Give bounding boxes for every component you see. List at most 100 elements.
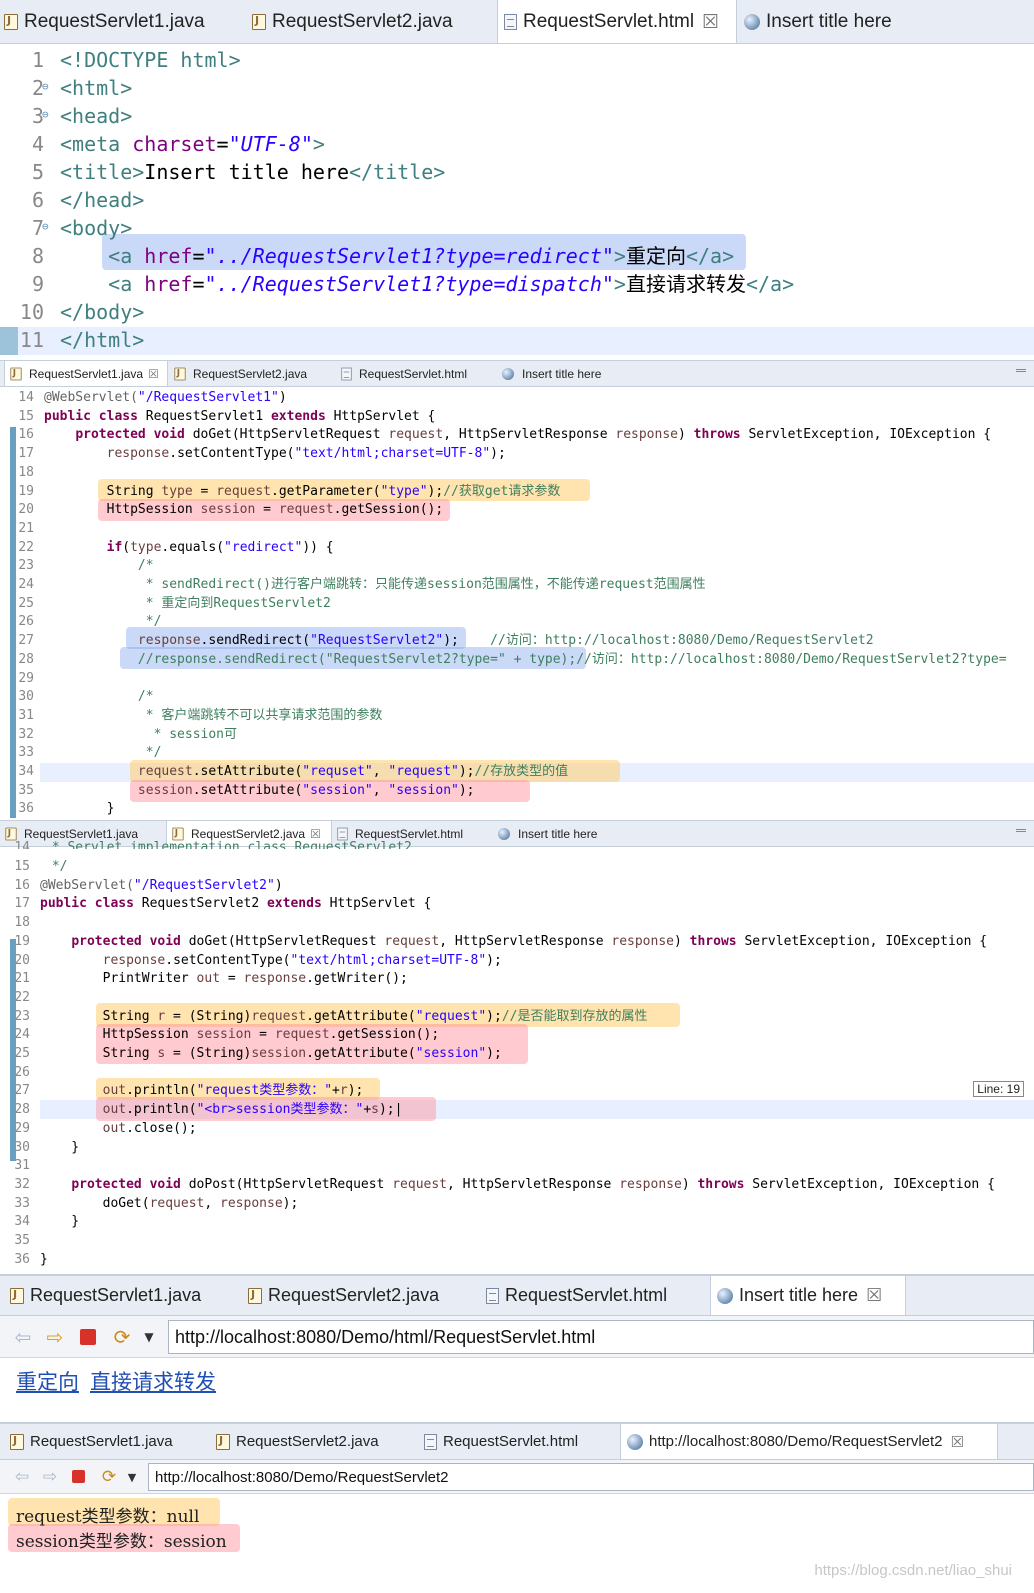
tab-requestservlet2-java[interactable]: RequestServlet2.java: [252, 0, 492, 43]
line-number: 15: [14, 859, 30, 874]
code-text: */: [44, 745, 162, 761]
tab-label: RequestServlet2.java: [272, 10, 453, 32]
refresh-icon[interactable]: ⟳: [110, 1325, 134, 1349]
line-number: 24: [18, 577, 34, 592]
tab-requestservlet-html[interactable]: RequestServlet.html ☒: [497, 0, 737, 43]
java-file-icon: [172, 827, 184, 840]
line-number: 22: [14, 989, 30, 1005]
code-text: * 客户端跳转不可以共享请求范围的参数: [44, 707, 383, 723]
watermark: https://blog.csdn.net/liao_shui: [814, 1562, 1012, 1579]
line-number: 31: [14, 1158, 30, 1174]
minimize-icon[interactable]: [1016, 829, 1026, 832]
stop-icon[interactable]: [80, 1329, 96, 1345]
tab-requestservlet-html[interactable]: RequestServlet.html: [340, 361, 500, 386]
forward-icon[interactable]: ⇨: [44, 1325, 66, 1349]
line-number: 8: [31, 244, 44, 268]
line-number: 35: [14, 1233, 30, 1248]
close-tab-icon[interactable]: ☒: [951, 1433, 964, 1451]
line-number: 26: [18, 614, 34, 630]
url-input[interactable]: http://localhost:8080/Demo/RequestServle…: [148, 1463, 1034, 1491]
line-number: 14: [14, 840, 30, 849]
line-number: 28: [14, 1102, 30, 1118]
stop-icon[interactable]: [72, 1470, 85, 1483]
redirect-link[interactable]: 重定向: [16, 1366, 79, 1396]
line-number: 3: [31, 104, 44, 128]
code-text: <meta charset="UTF-8">: [60, 132, 325, 156]
servlet1-editor-panel: RequestServlet1.java ☒ RequestServlet2.j…: [0, 360, 1034, 818]
line-number: 17: [18, 446, 34, 462]
line-number: 19: [14, 933, 30, 949]
code-text: </html>: [60, 328, 145, 352]
line-number: 11: [19, 328, 44, 352]
editor-tabbar: RequestServlet1.java ☒ RequestServlet2.j…: [0, 361, 1034, 387]
tab-label: RequestServlet1.java: [30, 1285, 202, 1305]
line-number: 10: [19, 300, 44, 324]
dropdown-icon[interactable]: ▼: [142, 1328, 156, 1346]
code-text: <body>: [60, 216, 133, 240]
tab-requestservlet2-java[interactable]: RequestServlet2.java: [248, 1276, 478, 1315]
line-number: 2: [31, 76, 44, 100]
tab-requestservlet2-page[interactable]: http://localhost:8080/Demo/RequestServle…: [620, 1424, 998, 1459]
code-text: out.println("request类型参数："+r);: [102, 1083, 364, 1099]
globe-icon: [502, 367, 514, 380]
code-text: }: [40, 1251, 48, 1267]
line-number: 36: [14, 1251, 30, 1267]
line-number: 30: [18, 689, 34, 705]
tab-requestservlet1-java[interactable]: RequestServlet1.java ☒: [4, 361, 168, 386]
code-text: <html>: [60, 76, 133, 100]
browser-toolbar: ⇦ ⇨ ⟳ ▼ http://localhost:8080/Demo/html/…: [0, 1316, 1034, 1358]
java-file-icon: [10, 367, 22, 380]
browser-tabbar: RequestServlet1.java RequestServlet2.jav…: [0, 1276, 1034, 1316]
code-text: String s = (String)session.getAttribute(…: [40, 1046, 502, 1061]
line-number: 33: [14, 1195, 30, 1211]
code-text: @WebServlet("/RequestServlet1"): [44, 390, 287, 405]
code-line: 14 * Servlet implementation class Reques…: [0, 839, 1034, 849]
refresh-icon[interactable]: ⟳: [98, 1467, 120, 1487]
java-file-icon: [248, 1287, 262, 1304]
code-text: session.setAttribute("session", "session…: [137, 782, 475, 798]
close-tab-icon[interactable]: ☒: [702, 11, 719, 33]
code-text: }: [40, 1139, 80, 1155]
tab-requestservlet-html[interactable]: RequestServlet.html: [424, 1424, 620, 1459]
line-number: 25: [18, 595, 34, 611]
html-file-icon: [504, 13, 517, 30]
servlet2-editor-panel: RequestServlet1.java RequestServlet2.jav…: [0, 820, 1034, 1272]
line-number: 16: [14, 877, 30, 893]
line-number: 9: [31, 272, 44, 296]
tab-requestservlet2-java[interactable]: RequestServlet2.java: [216, 1424, 416, 1459]
close-tab-icon[interactable]: ☒: [866, 1285, 882, 1306]
line-number: 34: [18, 764, 34, 779]
code-text: response.setContentType("text/html;chars…: [102, 952, 502, 968]
html-file-icon: [337, 827, 348, 840]
line-number: 35: [18, 782, 34, 798]
code-text: <!DOCTYPE html>: [60, 48, 241, 72]
tab-insert-title-here[interactable]: Insert title here ☒: [710, 1276, 906, 1315]
code-text: out.close();: [102, 1120, 197, 1136]
code-text: * sendRedirect()进行客户端跳转：只能传递session范围属性，…: [44, 577, 706, 592]
tab-requestservlet1-java[interactable]: RequestServlet1.java: [4, 0, 240, 43]
back-icon[interactable]: ⇦: [12, 1325, 34, 1349]
dispatch-link[interactable]: 直接请求转发: [90, 1366, 216, 1396]
dropdown-icon[interactable]: ▼: [126, 1469, 138, 1485]
back-icon[interactable]: ⇦: [12, 1467, 32, 1487]
fold-marker-icon[interactable]: ⊖: [42, 80, 49, 93]
tab-requestservlet2-java[interactable]: RequestServlet2.java: [173, 361, 333, 386]
minimize-icon[interactable]: [1016, 369, 1026, 372]
fold-marker-icon[interactable]: ⊖: [42, 220, 49, 233]
code-text: /*: [44, 689, 154, 705]
fold-marker-icon[interactable]: ⊖: [42, 108, 49, 121]
url-input[interactable]: http://localhost:8080/Demo/html/RequestS…: [168, 1320, 1034, 1354]
tab-insert-title-here[interactable]: Insert title here: [500, 361, 640, 386]
line-number: 21: [18, 520, 34, 536]
tab-requestservlet1-java[interactable]: RequestServlet1.java: [10, 1424, 208, 1459]
line-number: 27: [14, 1083, 30, 1099]
tab-label: RequestServlet.html: [443, 1433, 579, 1450]
forward-icon[interactable]: ⇨: [40, 1467, 60, 1487]
close-tab-icon[interactable]: ☒: [148, 367, 159, 381]
line-number: 22: [18, 539, 34, 555]
globe-icon: [498, 827, 510, 840]
tab-requestservlet1-java[interactable]: RequestServlet1.java: [10, 1276, 240, 1315]
tab-requestservlet-html[interactable]: RequestServlet.html: [486, 1276, 706, 1315]
tab-insert-title-here[interactable]: Insert title here: [744, 0, 944, 43]
line-number: 23: [14, 1008, 30, 1024]
